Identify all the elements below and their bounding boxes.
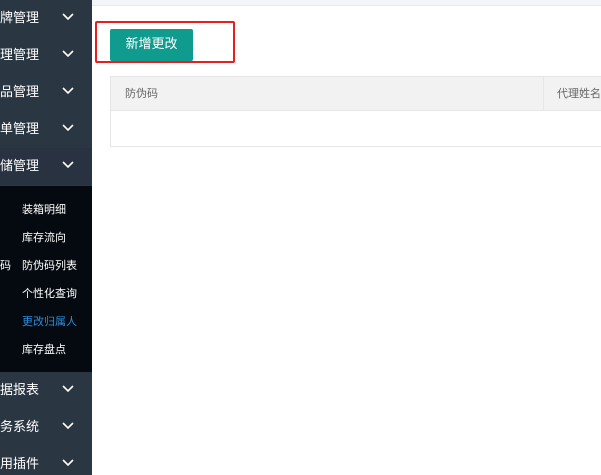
sidebar-item-plugins[interactable]: 用插件 xyxy=(0,446,92,475)
sidebar-item-label: 单管理 xyxy=(0,122,40,137)
submenu-item-custom-query[interactable]: 个性化查询 xyxy=(0,280,92,308)
submenu-item-label: 防伪码列表 xyxy=(22,259,77,272)
top-divider xyxy=(92,0,601,6)
submenu-storage: 装箱明细 库存流向 码 防伪码列表 个性化查询 更改归属人 库存盘点 xyxy=(0,186,92,372)
submenu-item-inventory-flow[interactable]: 库存流向 xyxy=(0,224,92,252)
sidebar-item-label: 务系统 xyxy=(0,420,40,435)
submenu-item-label: 装箱明细 xyxy=(22,203,66,216)
sidebar-item-label: 据报表 xyxy=(0,383,40,398)
sidebar-item-brand-management[interactable]: 牌管理 xyxy=(0,0,92,37)
sidebar-item-order-management[interactable]: 单管理 xyxy=(0,111,92,148)
submenu-item-packing-details[interactable]: 装箱明细 xyxy=(0,196,92,224)
sidebar-item-agent-management[interactable]: 理管理 xyxy=(0,37,92,74)
sidebar: 牌管理 理管理 品管理 单管理 储管理 装箱明细 库存流向 码 防伪码列表 个性… xyxy=(0,0,92,475)
chevron-down-icon xyxy=(62,50,74,58)
submenu-item-stocktaking[interactable]: 库存盘点 xyxy=(0,336,92,364)
sidebar-item-storage-management[interactable]: 储管理 xyxy=(0,148,92,185)
add-change-button[interactable]: 新增更改 xyxy=(110,29,193,61)
column-header-agent-name[interactable]: 代理姓名 xyxy=(557,77,601,111)
submenu-item-label: 库存流向 xyxy=(22,231,66,244)
submenu-item-code-list[interactable]: 码 防伪码列表 xyxy=(0,252,92,280)
chevron-down-icon xyxy=(62,422,74,430)
submenu-item-change-owner[interactable]: 更改归属人 xyxy=(0,308,92,336)
chevron-down-icon xyxy=(62,13,74,21)
main-content: 新增更改 防伪码 代理姓名 xyxy=(92,0,601,475)
data-table: 防伪码 代理姓名 xyxy=(110,76,601,147)
submenu-item-prefix: 码 xyxy=(0,259,11,272)
chevron-down-icon xyxy=(62,124,74,132)
chevron-down-icon xyxy=(62,459,74,467)
sidebar-item-label: 理管理 xyxy=(0,48,40,63)
column-header-code[interactable]: 防伪码 xyxy=(125,77,158,111)
sidebar-item-label: 储管理 xyxy=(0,159,40,174)
chevron-down-icon xyxy=(62,161,74,169)
table-header: 防伪码 代理姓名 xyxy=(111,77,601,111)
submenu-item-label: 更改归属人 xyxy=(22,315,77,328)
submenu-item-label: 库存盘点 xyxy=(22,343,66,356)
column-divider[interactable] xyxy=(543,77,544,111)
chevron-down-icon xyxy=(62,87,74,95)
sidebar-item-label: 品管理 xyxy=(0,85,40,100)
sidebar-item-data-reports[interactable]: 据报表 xyxy=(0,372,92,409)
sidebar-item-label: 牌管理 xyxy=(0,11,40,26)
sidebar-item-product-management[interactable]: 品管理 xyxy=(0,74,92,111)
sidebar-item-label: 用插件 xyxy=(0,457,40,472)
submenu-item-label: 个性化查询 xyxy=(22,287,77,300)
chevron-down-icon xyxy=(62,385,74,393)
sidebar-item-service-system[interactable]: 务系统 xyxy=(0,409,92,446)
